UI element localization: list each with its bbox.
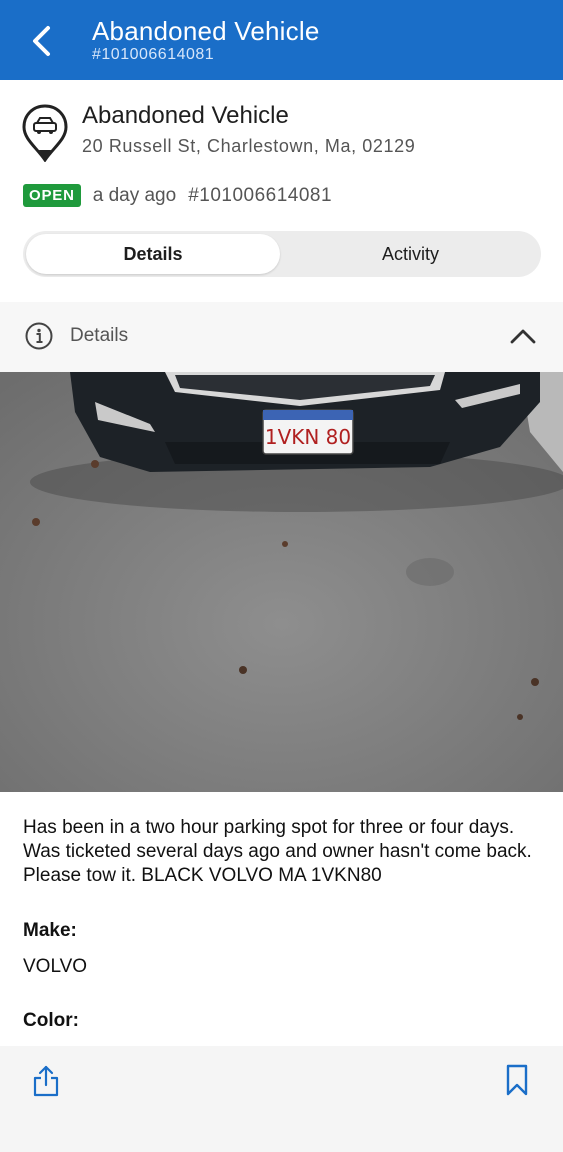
details-section-title: Details (70, 325, 129, 346)
app-bar: Abandoned Vehicle #101006614081 (0, 0, 563, 80)
status-row: OPEN a day ago #101006614081 (23, 184, 332, 207)
field-value-make: VOLVO (23, 956, 88, 977)
page-subtitle-case-number: #101006614081 (92, 46, 215, 63)
request-photo[interactable]: 1VKN 80 (0, 372, 563, 792)
back-button[interactable] (26, 22, 56, 60)
page-title: Abandoned Vehicle (92, 16, 320, 46)
chevron-up-icon[interactable] (510, 326, 536, 346)
details-section-header[interactable]: Details (0, 302, 563, 372)
map-pin-car-icon (22, 104, 68, 162)
field-label-make: Make: (23, 920, 77, 941)
request-description: Has been in a two hour parking spot for … (23, 817, 532, 886)
request-address: 20 Russell St, Charlestown, Ma, 02129 (82, 136, 416, 156)
segmented-control: Details Activity (23, 231, 541, 277)
request-header: Abandoned Vehicle 20 Russell St, Charles… (0, 80, 563, 303)
request-case-number: #101006614081 (188, 184, 333, 206)
photo-illustration: 1VKN 80 (0, 372, 563, 792)
tab-activity[interactable]: Activity (283, 234, 538, 274)
tab-details[interactable]: Details (26, 234, 280, 274)
field-label-color: Color: (23, 1010, 79, 1031)
status-badge: OPEN (23, 184, 81, 207)
bookmark-icon[interactable] (505, 1064, 529, 1096)
request-time: a day ago (92, 184, 177, 206)
chevron-left-icon (33, 26, 50, 56)
request-title: Abandoned Vehicle (82, 102, 289, 129)
share-icon[interactable] (32, 1064, 60, 1098)
bottom-toolbar (0, 1046, 563, 1152)
license-plate-text: 1VKN 80 (265, 425, 351, 449)
info-icon (25, 322, 53, 350)
